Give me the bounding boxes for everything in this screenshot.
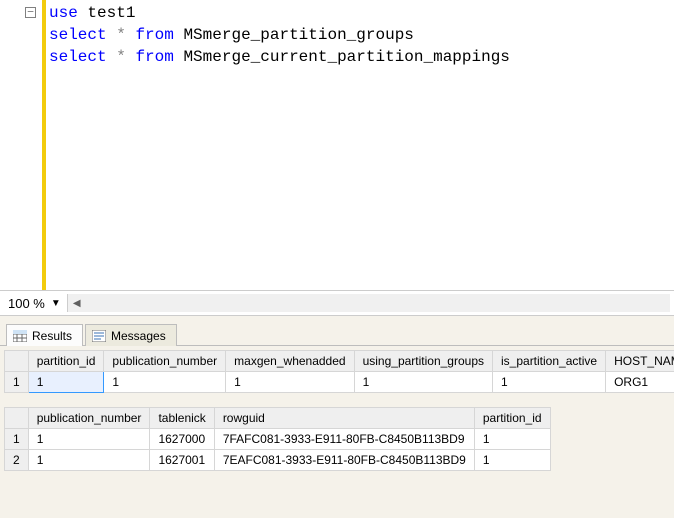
results-tab-strip: Results Messages — [0, 316, 674, 346]
table-row[interactable]: 2116270017EAFC081-3933-E911-80FB-C8450B1… — [5, 450, 551, 471]
cell[interactable]: 1 — [28, 429, 150, 450]
cell[interactable]: 1 — [474, 450, 550, 471]
tab-results-label: Results — [32, 329, 72, 343]
table-partition-groups[interactable]: partition_idpublication_numbermaxgen_whe… — [4, 350, 674, 393]
cell[interactable]: 7FAFC081-3933-E911-80FB-C8450B113BD9 — [214, 429, 474, 450]
tab-results[interactable]: Results — [6, 324, 83, 346]
column-header[interactable]: partition_id — [28, 351, 104, 372]
grid-icon — [13, 330, 27, 342]
fold-gutter: − — [0, 0, 42, 290]
column-header[interactable]: publication_number — [104, 351, 226, 372]
column-header[interactable]: partition_id — [474, 408, 550, 429]
row-header-corner — [5, 408, 29, 429]
cell[interactable]: 1627000 — [150, 429, 214, 450]
cell[interactable]: 1 — [104, 372, 226, 393]
row-header-corner — [5, 351, 29, 372]
cell[interactable]: 1 — [226, 372, 354, 393]
table-row[interactable]: 1116270007FAFC081-3933-E911-80FB-C8450B1… — [5, 429, 551, 450]
results-pane: Results Messages partition_idpublication… — [0, 316, 674, 518]
cell[interactable]: 1 — [28, 450, 150, 471]
row-number[interactable]: 1 — [5, 429, 29, 450]
column-header[interactable]: publication_number — [28, 408, 150, 429]
scroll-left-icon[interactable]: ◀ — [68, 294, 86, 312]
messages-icon — [92, 330, 106, 342]
zoom-dropdown[interactable]: 100 % ▼ — [8, 296, 61, 311]
result-grid-1: partition_idpublication_numbermaxgen_whe… — [4, 350, 674, 393]
cell[interactable]: 1 — [28, 372, 104, 393]
column-header[interactable]: tablenick — [150, 408, 214, 429]
cell[interactable]: 1 — [493, 372, 606, 393]
sql-editor-pane: − use test1 select * from MSmerge_partit… — [0, 0, 674, 290]
fold-collapse-icon[interactable]: − — [25, 7, 36, 18]
horizontal-scrollbar[interactable]: ◀ — [67, 294, 670, 312]
chevron-down-icon: ▼ — [51, 298, 61, 309]
cell[interactable]: 1 — [354, 372, 492, 393]
tab-messages-label: Messages — [111, 329, 166, 343]
zoom-label: 100 % — [8, 296, 45, 311]
table-row[interactable]: 111111ORG1 — [5, 372, 674, 393]
cell[interactable]: 7EAFC081-3933-E911-80FB-C8450B113BD9 — [214, 450, 474, 471]
column-header[interactable]: using_partition_groups — [354, 351, 492, 372]
sql-code-area[interactable]: use test1 select * from MSmerge_partitio… — [42, 0, 674, 290]
cell[interactable]: ORG1 — [606, 372, 674, 393]
zoom-bar: 100 % ▼ ◀ — [0, 290, 674, 316]
row-number[interactable]: 2 — [5, 450, 29, 471]
row-number[interactable]: 1 — [5, 372, 29, 393]
column-header[interactable]: rowguid — [214, 408, 474, 429]
result-grid-2: publication_numbertablenickrowguidpartit… — [4, 407, 674, 471]
cell[interactable]: 1627001 — [150, 450, 214, 471]
table-partition-mappings[interactable]: publication_numbertablenickrowguidpartit… — [4, 407, 551, 471]
cell[interactable]: 1 — [474, 429, 550, 450]
column-header[interactable]: HOST_NAME_FN — [606, 351, 674, 372]
column-header[interactable]: is_partition_active — [493, 351, 606, 372]
results-grids: partition_idpublication_numbermaxgen_whe… — [0, 346, 674, 518]
column-header[interactable]: maxgen_whenadded — [226, 351, 354, 372]
tab-messages[interactable]: Messages — [85, 324, 177, 346]
